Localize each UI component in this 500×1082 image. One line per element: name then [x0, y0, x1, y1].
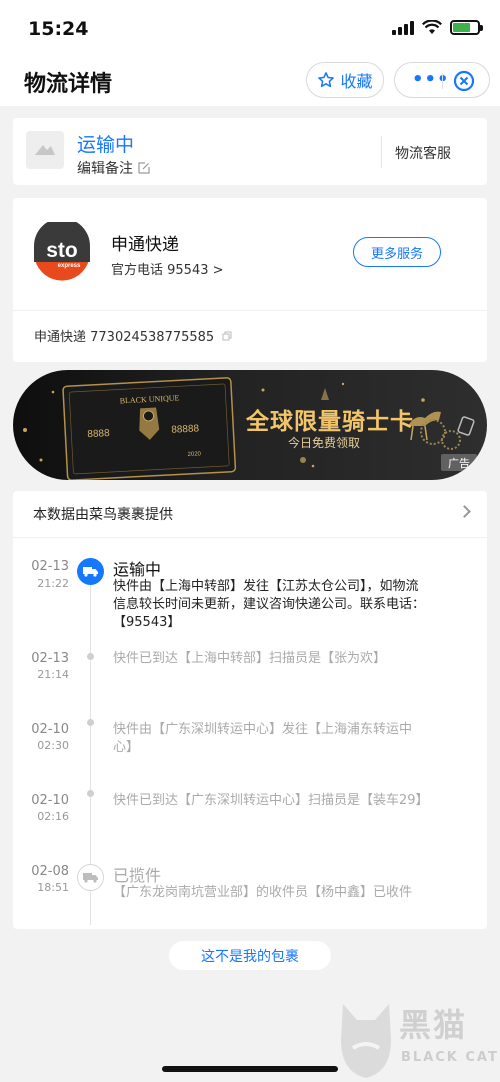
page-title: 物流详情	[24, 72, 113, 97]
ad-banner[interactable]: BLACK UNIQUE 8888 88888 2020 全球限量骑士卡 今日免…	[13, 370, 487, 480]
wifi-icon	[422, 20, 442, 34]
svg-text:sto: sto	[46, 239, 78, 262]
event-description: 快件已到达【广东深圳转运中心】扫描员是【装车29】	[113, 792, 465, 810]
divider	[13, 310, 487, 311]
mini-program-capsule: •••	[394, 62, 490, 98]
data-provider-row[interactable]: 本数据由菜鸟裹裹提供	[13, 491, 487, 538]
package-thumbnail	[26, 131, 64, 169]
event-description: 快件已到达【上海中转部】扫描员是【张为欢】	[113, 650, 465, 668]
more-options-button[interactable]: •••	[412, 71, 450, 89]
truck-icon	[77, 558, 104, 585]
event-date: 02-13	[31, 651, 69, 666]
truck-icon	[77, 864, 104, 891]
capsule-divider	[442, 73, 443, 89]
edit-note-label: 编辑备注	[77, 161, 133, 177]
favorite-label: 收藏	[340, 72, 373, 91]
status-card: 运输中 编辑备注 物流客服	[13, 118, 487, 185]
edit-note-button[interactable]: 编辑备注	[77, 158, 150, 178]
event-date: 02-10	[31, 793, 69, 808]
event-line: 快件已到达【广东深圳转运中心】扫描员是【装车29】	[113, 793, 429, 808]
tracking-number-row: 申通快递 773024538775585	[34, 326, 232, 345]
event-description: 快件由【上海中转部】发往【江苏太仓公司】，如物流 信息较长时间未更新，建议咨询快…	[113, 578, 465, 632]
watermark-subtext: BLACK CAT	[401, 1050, 499, 1065]
event-time: 02:16	[37, 810, 69, 823]
not-my-package-button[interactable]: 这不是我的包裹	[169, 941, 331, 970]
timeline-dot	[87, 790, 94, 797]
event-date: 02-10	[31, 722, 69, 737]
package-icon	[35, 145, 55, 155]
event-time: 21:22	[37, 577, 69, 590]
event-line: 快件已到达【上海中转部】扫描员是【张为欢】	[113, 651, 387, 666]
event-date: 02-08	[31, 864, 69, 879]
event-line: 【广东龙岗南坑营业部】的收件员【杨中鑫】已收件	[113, 885, 413, 900]
more-service-button[interactable]: 更多服务	[353, 237, 441, 267]
customer-service-button[interactable]: 物流客服	[395, 143, 451, 163]
signal-icon	[392, 20, 414, 35]
event-line: 信息较长时间未更新，建议咨询快递公司。联系电话：	[113, 597, 426, 612]
courier-card: sto express 申通快递 官方电话 95543 > 更多服务 申通快递 …	[13, 198, 487, 362]
copy-icon[interactable]	[222, 331, 232, 341]
event-line: 心】	[113, 740, 140, 755]
timeline-dot	[87, 719, 94, 726]
status-icons	[392, 20, 483, 35]
event-line: 【95543】	[113, 615, 181, 630]
data-provider-text: 本数据由菜鸟裹裹提供	[33, 507, 173, 523]
event-line: 快件由【上海中转部】发往【江苏太仓公司】，如物流	[113, 579, 419, 594]
status-time: 15:24	[28, 18, 89, 40]
svg-text:88888: 88888	[171, 423, 200, 435]
event-time: 18:51	[37, 881, 69, 894]
svg-text:2020: 2020	[187, 451, 201, 458]
event-date: 02-13	[31, 559, 69, 574]
courier-name: 申通快递	[111, 235, 179, 255]
timeline-card: 本数据由菜鸟裹裹提供 02-13 21:22 运输中 快件由【上海中转部】发往【…	[13, 491, 487, 929]
favorite-button[interactable]: 收藏	[306, 62, 384, 98]
timeline-dot	[87, 653, 94, 660]
star-icon	[318, 72, 335, 88]
event-description: 快件由【广东深圳转运中心】发往【上海浦东转运中 心】	[113, 721, 465, 757]
event-description: 【广东龙岗南坑营业部】的收件员【杨中鑫】已收件	[113, 884, 465, 902]
ad-subtitle: 今日免费领取	[288, 436, 361, 450]
svg-text:express: express	[58, 263, 81, 269]
cat-logo-icon	[341, 1004, 391, 1078]
tracking-number: 申通快递 773024538775585	[34, 330, 215, 345]
close-icon[interactable]	[453, 70, 475, 92]
card-divider	[381, 136, 382, 168]
event-time: 02:30	[37, 739, 69, 752]
watermark: 黑猫 BLACK CAT	[335, 996, 500, 1082]
sto-logo: sto express	[32, 222, 92, 283]
courier-phone-link[interactable]: 官方电话 95543 >	[111, 259, 224, 278]
edit-icon	[138, 162, 150, 174]
watermark-text: 黑猫	[399, 1006, 468, 1044]
ad-title: 全球限量骑士卡	[246, 409, 414, 435]
event-time: 21:14	[37, 668, 69, 681]
shipment-status: 运输中	[77, 134, 135, 156]
chevron-right-icon	[458, 505, 471, 518]
status-bar: 15:24	[0, 0, 500, 56]
home-indicator	[162, 1066, 338, 1072]
event-line: 快件由【广东深圳转运中心】发往【上海浦东转运中	[113, 722, 413, 737]
battery-icon	[450, 20, 483, 35]
nav-bar: 物流详情 收藏 •••	[0, 56, 500, 106]
ad-label: 广告	[441, 454, 477, 471]
event-status: 运输中	[113, 560, 162, 579]
svg-text:8888: 8888	[87, 428, 110, 440]
event-status: 已揽件	[113, 866, 162, 885]
